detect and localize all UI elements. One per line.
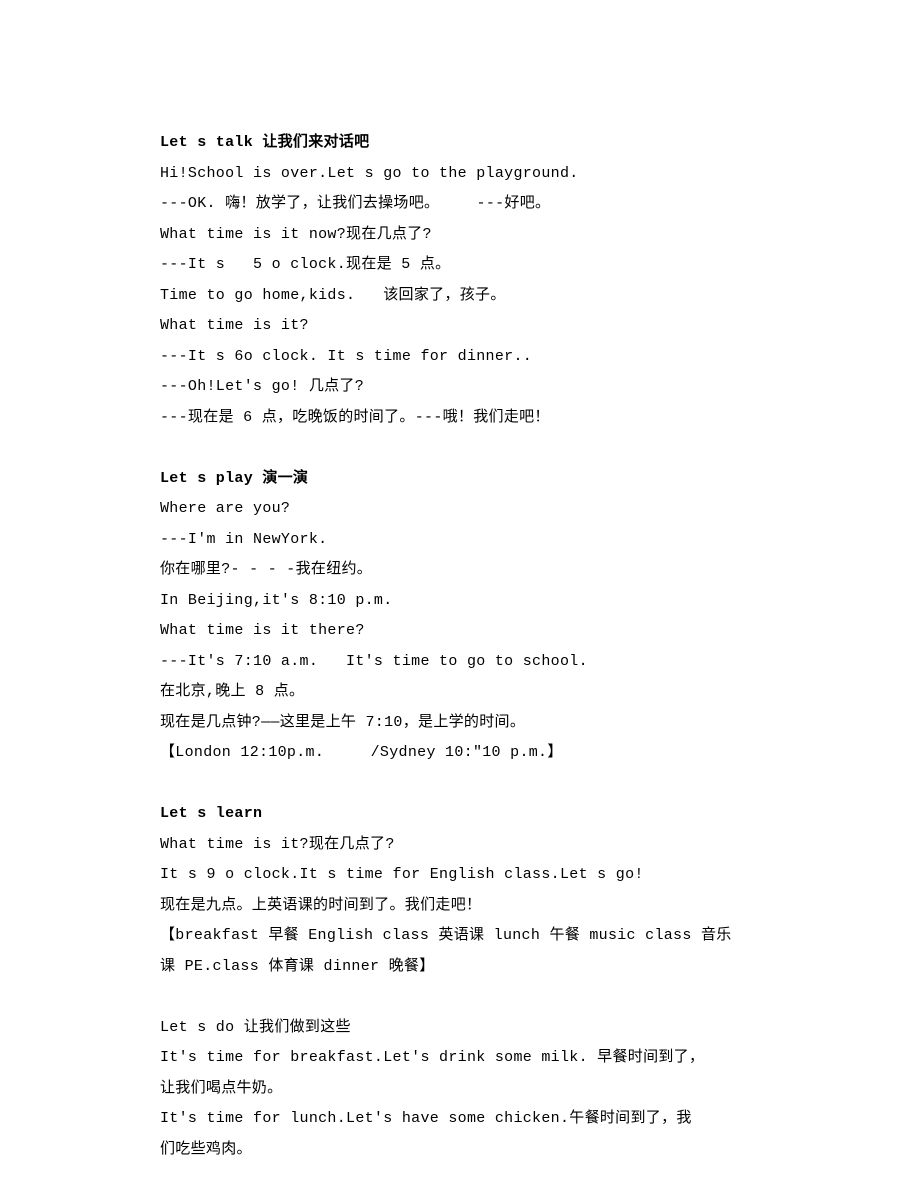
body-text: ---It's 7:10 a.m. It's time to go to sch… xyxy=(160,647,760,678)
heading-lets-learn: Let s learn xyxy=(160,799,760,830)
body-text: It's time for lunch.Let's have some chic… xyxy=(160,1104,760,1135)
heading-lets-play: Let s play 演一演 xyxy=(160,464,760,495)
body-text: ---OK. 嗨！放学了，让我们去操场吧。 ---好吧。 xyxy=(160,189,760,220)
body-text: What time is it now?现在几点了? xyxy=(160,220,760,251)
body-text: ---It s 5 o clock.现在是 5 点。 xyxy=(160,250,760,281)
body-text: 课 PE.class 体育课 dinner 晚餐】 xyxy=(160,952,760,983)
body-text: It's time for breakfast.Let's drink some… xyxy=(160,1043,760,1074)
body-text: 在北京,晚上 8 点。 xyxy=(160,677,760,708)
body-text: 你在哪里?- - - -我在纽约。 xyxy=(160,555,760,586)
body-text: 现在是九点。上英语课的时间到了。我们走吧！ xyxy=(160,891,760,922)
blank-line xyxy=(160,433,760,464)
body-text: 现在是几点钟?——这里是上午 7:10，是上学的时间。 xyxy=(160,708,760,739)
body-text: ---I'm in NewYork. xyxy=(160,525,760,556)
body-text: ---现在是 6 点，吃晚饭的时间了。---哦！我们走吧！ xyxy=(160,403,760,434)
body-text: 【breakfast 早餐 English class 英语课 lunch 午餐… xyxy=(160,921,760,952)
body-text: 们吃些鸡肉。 xyxy=(160,1135,760,1166)
body-text: What time is it?现在几点了? xyxy=(160,830,760,861)
body-text: ---It s 6o clock. It s time for dinner.. xyxy=(160,342,760,373)
body-text: ---Oh!Let's go! 几点了? xyxy=(160,372,760,403)
body-text: Where are you? xyxy=(160,494,760,525)
body-text: What time is it there? xyxy=(160,616,760,647)
document-page: Let s talk 让我们来对话吧 Hi!School is over.Let… xyxy=(0,0,920,1191)
heading-lets-talk: Let s talk 让我们来对话吧 xyxy=(160,128,760,159)
body-text: 【London 12:10p.m. /Sydney 10:"10 p.m.】 xyxy=(160,738,760,769)
body-text: Time to go home,kids. 该回家了，孩子。 xyxy=(160,281,760,312)
body-text: Let s do 让我们做到这些 xyxy=(160,1013,760,1044)
blank-line xyxy=(160,982,760,1013)
body-text: What time is it? xyxy=(160,311,760,342)
body-text: 让我们喝点牛奶。 xyxy=(160,1074,760,1105)
body-text: In Beijing,it's 8:10 p.m. xyxy=(160,586,760,617)
body-text: Hi!School is over.Let s go to the playgr… xyxy=(160,159,760,190)
body-text: It s 9 o clock.It s time for English cla… xyxy=(160,860,760,891)
blank-line xyxy=(160,769,760,800)
